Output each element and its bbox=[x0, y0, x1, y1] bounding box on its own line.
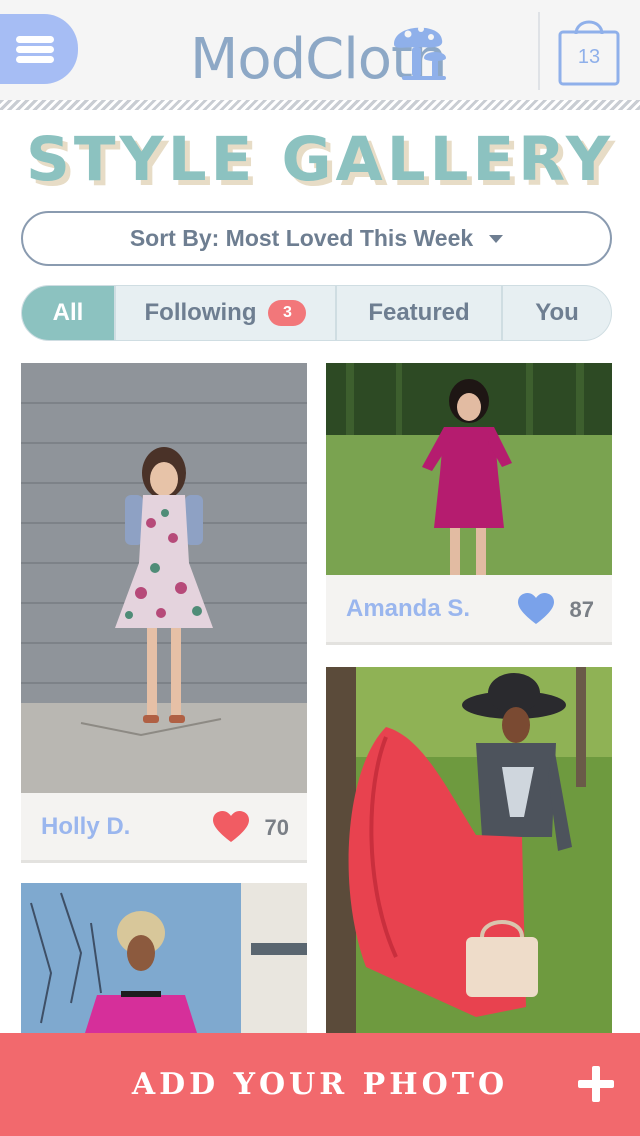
plus-icon[interactable] bbox=[578, 1066, 614, 1102]
gallery-card[interactable]: Amanda S. 87 bbox=[326, 363, 612, 645]
filter-tabs: All Following 3 Featured You bbox=[21, 285, 612, 341]
mushroom-logo-icon bbox=[394, 26, 446, 80]
bag-count: 13 bbox=[577, 46, 601, 68]
sort-label: Sort By: Most Loved This Week bbox=[129, 225, 474, 251]
outfit-photo[interactable] bbox=[326, 667, 612, 1033]
app-header: ModCloth 13 bbox=[0, 0, 640, 100]
menu-button[interactable] bbox=[0, 14, 78, 84]
card-footer: Amanda S. 87 bbox=[326, 575, 612, 645]
header-divider bbox=[538, 12, 540, 90]
like-count: 70 bbox=[264, 815, 289, 840]
card-footer: Holly D. 70 bbox=[21, 793, 307, 863]
header-stripe bbox=[0, 100, 640, 110]
tab-featured[interactable]: Featured bbox=[335, 286, 501, 340]
tab-label: Following bbox=[144, 299, 257, 326]
outfit-photo[interactable] bbox=[21, 883, 307, 1033]
gallery-card[interactable] bbox=[326, 667, 612, 1033]
tab-all[interactable]: All bbox=[22, 286, 114, 340]
tab-label: You bbox=[535, 299, 579, 326]
shopping-bag-button[interactable]: 13 bbox=[554, 10, 624, 88]
tab-you[interactable]: You bbox=[501, 286, 611, 340]
sort-dropdown[interactable]: Sort By: Most Loved This Week bbox=[21, 211, 612, 266]
page-title: STYLE GALLERY bbox=[26, 124, 614, 195]
heart-icon[interactable] bbox=[213, 811, 249, 843]
gallery-card[interactable]: Holly D. 70 bbox=[21, 363, 307, 863]
modcloth-logo[interactable]: ModCloth bbox=[190, 14, 450, 90]
add-photo-button[interactable]: ADD YOUR PHOTO bbox=[0, 1033, 640, 1136]
outfit-photo[interactable] bbox=[326, 363, 612, 575]
author-name[interactable]: Holly D. bbox=[41, 813, 130, 841]
heart-icon[interactable] bbox=[518, 593, 554, 625]
following-count-badge: 3 bbox=[268, 300, 307, 326]
add-photo-label: ADD YOUR PHOTO bbox=[131, 1067, 509, 1102]
tab-label: Featured bbox=[368, 299, 470, 326]
tab-label: All bbox=[52, 299, 84, 326]
gallery-card[interactable] bbox=[21, 883, 307, 1033]
outfit-photo[interactable] bbox=[21, 363, 307, 793]
like-count: 87 bbox=[569, 597, 594, 622]
author-name[interactable]: Amanda S. bbox=[346, 595, 470, 623]
chevron-down-icon bbox=[489, 234, 504, 243]
tab-following[interactable]: Following 3 bbox=[114, 286, 335, 340]
